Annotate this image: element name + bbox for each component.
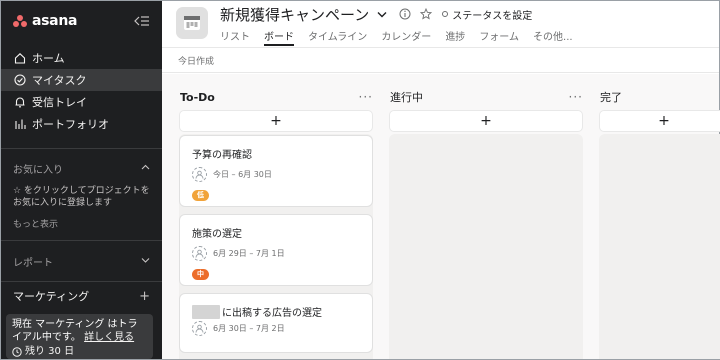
sidebar-item-label: ポートフォリオ (32, 118, 109, 131)
view-tabs: リスト ボード タイムライン カレンダー 進捗 フォーム その他... (220, 26, 587, 46)
project-title-row: 新規獲得キャンペーン ステータスを設定 (220, 4, 587, 25)
team-name: マーケティング (13, 290, 90, 303)
task-card[interactable]: 予算の再確認 今日 – 6月 30日 低 (179, 135, 373, 207)
sidebar-item-label: ホーム (32, 52, 65, 65)
column-body (389, 134, 583, 359)
project-title[interactable]: 新規獲得キャンペーン (220, 4, 369, 25)
column-header: To-Do ··· (179, 87, 373, 107)
team-marketing[interactable]: マーケティング + (1, 285, 162, 307)
column-title[interactable]: To-Do (180, 91, 215, 104)
tab-calendar[interactable]: カレンダー (381, 28, 431, 46)
info-icon[interactable] (399, 8, 411, 20)
add-task-button[interactable]: + (599, 110, 720, 132)
created-today-label: 今日作成 (178, 56, 215, 67)
task-card[interactable]: に出稿する広告の選定 6月 30日 – 7月 2日 (179, 293, 373, 353)
favorites-header[interactable]: お気に入り (1, 157, 162, 179)
column-title[interactable]: 進行中 (390, 89, 423, 105)
task-title-row: に出稿する広告の選定 (192, 304, 360, 319)
status-dot-icon (442, 11, 449, 17)
learn-more-link[interactable]: 詳しく見る (84, 332, 134, 343)
project-header-body: 新規獲得キャンペーン ステータスを設定 リスト ボード タイムライン カレンダー… (220, 4, 587, 46)
logo-text[interactable]: asana (32, 13, 77, 29)
task-card[interactable]: 施策の選定 6月 29日 – 7月 1日 中 (179, 214, 373, 286)
sidebar-item-label: 受信トレイ (32, 96, 87, 109)
redacted-text (192, 304, 220, 319)
due-date[interactable]: 6月 30日 – 7月 2日 (213, 323, 285, 334)
assignee-avatar-icon[interactable] (192, 167, 207, 182)
tab-form[interactable]: フォーム (479, 28, 519, 46)
project-board-icon[interactable] (176, 7, 208, 39)
sidebar-item-label: マイタスク (32, 74, 87, 87)
home-icon (13, 51, 27, 65)
add-project-icon[interactable]: + (139, 289, 150, 304)
bell-icon (13, 95, 27, 109)
sidebar-item-my-tasks[interactable]: マイタスク (1, 69, 162, 91)
sidebar: asana ホーム マイタスク 受信トレイ ポートフォリオ お気に入り ☆ をク… (1, 1, 162, 359)
due-date[interactable]: 今日 – 6月 30日 (213, 169, 272, 180)
add-task-button[interactable]: + (179, 110, 373, 132)
tab-list[interactable]: リスト (220, 28, 250, 46)
assignee-avatar-icon[interactable] (192, 321, 207, 336)
priority-badge: 中 (192, 269, 209, 280)
chevron-down-icon[interactable] (141, 256, 150, 266)
set-status-label: ステータスを設定 (452, 10, 533, 22)
assignee-avatar-icon[interactable] (192, 246, 207, 261)
tab-timeline[interactable]: タイムライン (308, 28, 367, 46)
sidebar-item-inbox[interactable]: 受信トレイ (1, 91, 162, 113)
board-column-todo: To-Do ··· + 予算の再確認 今日 – 6月 30日 低 施策の選定 6… (179, 87, 373, 359)
logo-row: asana (1, 1, 162, 41)
trial-text: 現在 マーケティング はトライアル中です。 詳しく見る (12, 318, 147, 344)
tab-board[interactable]: ボード (264, 28, 294, 46)
board-column-in-progress: 進行中 ··· + (389, 87, 583, 359)
column-body (599, 134, 720, 359)
column-title[interactable]: 完了 (600, 89, 622, 105)
clock-icon (12, 346, 22, 357)
chevron-up-icon[interactable] (141, 163, 150, 173)
column-header: 進行中 ··· (389, 87, 583, 107)
toolbar: 今日作成 (162, 47, 719, 73)
board: To-Do ··· + 予算の再確認 今日 – 6月 30日 低 施策の選定 6… (162, 74, 720, 359)
trial-banner: 現在 マーケティング はトライアル中です。 詳しく見る 残り 30 日 (6, 314, 153, 359)
task-title: 施策の選定 (192, 229, 242, 240)
reports-title: レポート (13, 257, 53, 269)
column-body: 予算の再確認 今日 – 6月 30日 低 施策の選定 6月 29日 – 7月 1… (179, 134, 373, 359)
collapse-sidebar-icon[interactable] (134, 14, 150, 28)
sidebar-divider (1, 281, 162, 282)
task-title: 予算の再確認 (192, 150, 252, 161)
add-task-button[interactable]: + (389, 110, 583, 132)
trial-days-left: 残り 30 日 (25, 346, 75, 357)
sidebar-item-portfolio[interactable]: ポートフォリオ (1, 113, 162, 135)
check-circle-icon (13, 73, 27, 87)
show-more-link[interactable]: もっと表示 (1, 217, 162, 230)
board-column-done: 完了 + (599, 87, 720, 359)
favorites-hint: ☆ をクリックしてプロジェクトをお気に入りに登録します (13, 186, 150, 208)
sidebar-item-home[interactable]: ホーム (1, 47, 162, 69)
task-title: に出稿する広告の選定 (222, 308, 322, 319)
tab-progress[interactable]: 進捗 (445, 28, 465, 46)
task-meta: 今日 – 6月 30日 (192, 167, 360, 182)
set-status-button[interactable]: ステータスを設定 (442, 7, 532, 22)
column-header: 完了 (599, 87, 720, 107)
sidebar-divider (1, 148, 162, 149)
due-date[interactable]: 6月 29日 – 7月 1日 (213, 248, 285, 259)
sidebar-divider (1, 240, 162, 241)
tab-more[interactable]: その他... (533, 28, 573, 46)
chevron-down-icon[interactable] (377, 11, 387, 18)
project-header: 新規獲得キャンペーン ステータスを設定 リスト ボード タイムライン カレンダー… (162, 1, 719, 47)
reports-header[interactable]: レポート (1, 250, 162, 272)
asana-logo-icon[interactable] (13, 15, 27, 27)
more-options-icon[interactable]: ··· (359, 90, 373, 104)
trial-days: 残り 30 日 (12, 345, 147, 358)
more-options-icon[interactable]: ··· (569, 90, 583, 104)
task-meta: 6月 29日 – 7月 1日 (192, 246, 360, 261)
bar-chart-icon (13, 117, 27, 131)
main-area: 新規獲得キャンペーン ステータスを設定 リスト ボード タイムライン カレンダー… (162, 1, 720, 359)
favorites-title: お気に入り (13, 164, 63, 176)
task-meta: 6月 30日 – 7月 2日 (192, 321, 360, 336)
priority-badge: 低 (192, 190, 209, 201)
star-icon[interactable] (420, 8, 433, 20)
